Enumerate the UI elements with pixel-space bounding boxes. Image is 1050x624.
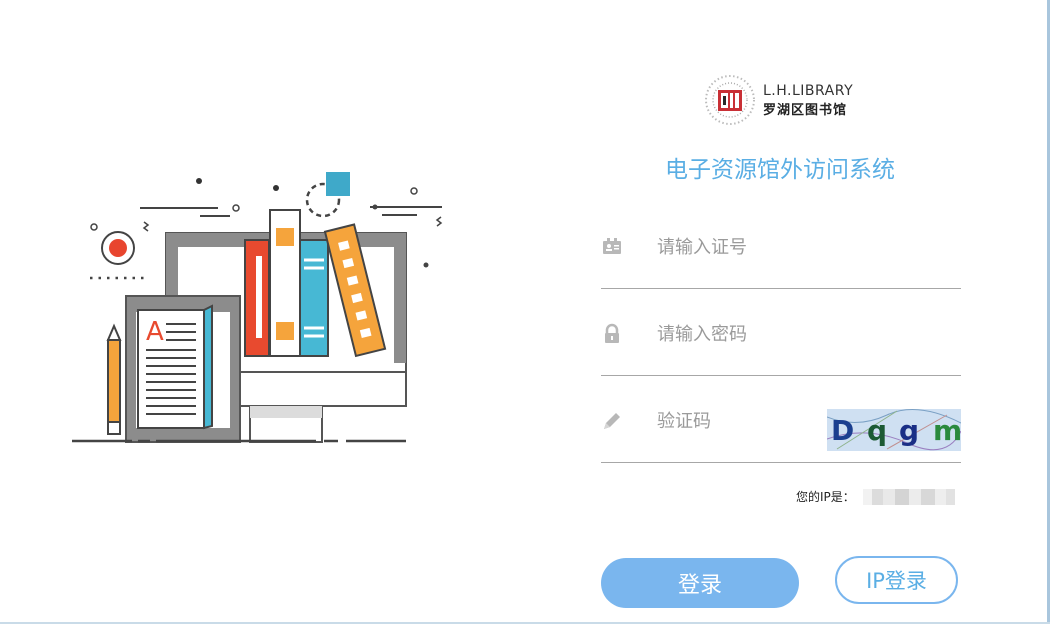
captcha-field: D q g m xyxy=(601,376,961,463)
card-number-input[interactable] xyxy=(655,228,899,266)
lock-icon xyxy=(605,323,619,343)
pencil-icon xyxy=(604,413,620,429)
page-title: 电子资源馆外访问系统 xyxy=(665,157,895,183)
ip-address-line: 您的IP是： xyxy=(796,488,955,505)
library-seal-logo-icon xyxy=(705,75,755,125)
id-card-icon xyxy=(603,238,621,254)
svg-text:q: q xyxy=(867,414,887,447)
svg-text:m: m xyxy=(933,414,961,447)
password-field xyxy=(601,289,961,376)
ip-label: 您的IP是： xyxy=(796,490,855,504)
svg-text:D: D xyxy=(831,414,854,447)
password-input[interactable] xyxy=(655,315,899,353)
card-number-field xyxy=(601,202,961,289)
login-button[interactable]: 登录 xyxy=(601,558,799,608)
library-name-english: L.H.LIBRARY xyxy=(763,82,854,99)
ip-address-redacted xyxy=(862,488,955,505)
library-illustration: A xyxy=(72,172,443,443)
svg-text:g: g xyxy=(899,414,919,447)
captcha-image[interactable]: D q g m xyxy=(827,409,961,451)
svg-text:A: A xyxy=(146,317,164,347)
ip-login-button[interactable]: IP登录 xyxy=(835,556,958,604)
library-logo: L.H.LIBRARY 罗湖区图书馆 xyxy=(703,70,873,130)
library-name-chinese: 罗湖区图书馆 xyxy=(763,102,848,118)
